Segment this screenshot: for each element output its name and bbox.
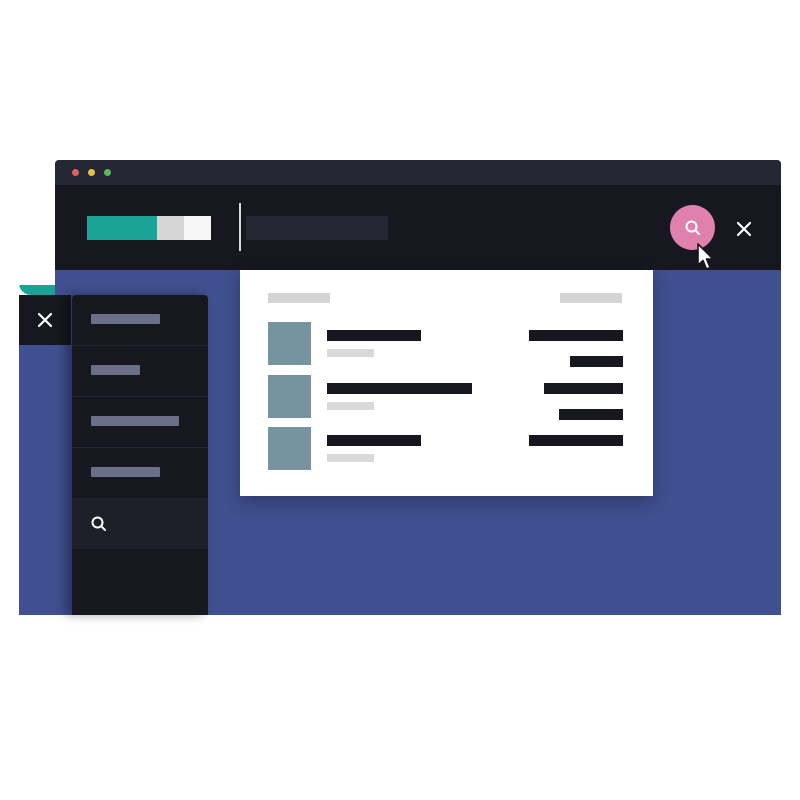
title-bar <box>55 160 781 185</box>
result-price <box>544 383 623 394</box>
window-maximize-dot[interactable] <box>104 169 111 176</box>
result-price <box>529 330 623 341</box>
sidebar-menu <box>72 295 208 615</box>
cursor-icon <box>697 243 714 270</box>
result-row[interactable] <box>240 375 653 420</box>
result-row[interactable] <box>240 322 653 367</box>
results-header-left <box>268 293 330 303</box>
result-subtitle <box>327 349 374 357</box>
result-thumbnail <box>268 375 311 418</box>
result-thumbnail <box>268 322 311 365</box>
logo-segment-teal <box>87 216 157 240</box>
sidebar-item-label <box>91 467 160 477</box>
result-subtitle <box>327 454 374 462</box>
result-thumbnail <box>268 427 311 470</box>
text-caret <box>239 203 241 251</box>
sidebar-item-label <box>91 365 140 375</box>
logo[interactable] <box>87 216 211 240</box>
sidebar-item[interactable] <box>72 295 208 346</box>
search-results-dropdown <box>240 270 653 496</box>
sidebar-item-label <box>91 416 179 426</box>
close-icon <box>37 312 53 328</box>
search-icon <box>91 516 106 531</box>
sidebar-item[interactable] <box>72 397 208 448</box>
result-title <box>327 435 421 446</box>
result-price <box>529 435 623 446</box>
logo-segment-gray <box>157 216 184 240</box>
sidebar-search-button[interactable] <box>72 499 208 549</box>
toolbar <box>55 185 781 270</box>
result-title <box>327 383 472 394</box>
result-title <box>327 330 421 341</box>
result-row[interactable] <box>240 427 653 472</box>
drawer-close-button[interactable] <box>19 295 71 345</box>
window-minimize-dot[interactable] <box>88 169 95 176</box>
sidebar-item[interactable] <box>72 448 208 499</box>
drawer-accent <box>19 285 55 295</box>
result-price-sub <box>570 356 623 367</box>
close-search-button[interactable] <box>733 218 755 240</box>
sidebar-item[interactable] <box>72 346 208 397</box>
results-header-right <box>560 293 622 303</box>
sidebar-item-label <box>91 314 160 324</box>
window-close-dot[interactable] <box>72 169 79 176</box>
close-icon <box>736 221 752 237</box>
search-input[interactable] <box>246 216 388 240</box>
result-price-sub <box>559 409 623 420</box>
search-icon <box>685 220 700 235</box>
logo-segment-white <box>184 216 211 240</box>
result-subtitle <box>327 402 374 410</box>
